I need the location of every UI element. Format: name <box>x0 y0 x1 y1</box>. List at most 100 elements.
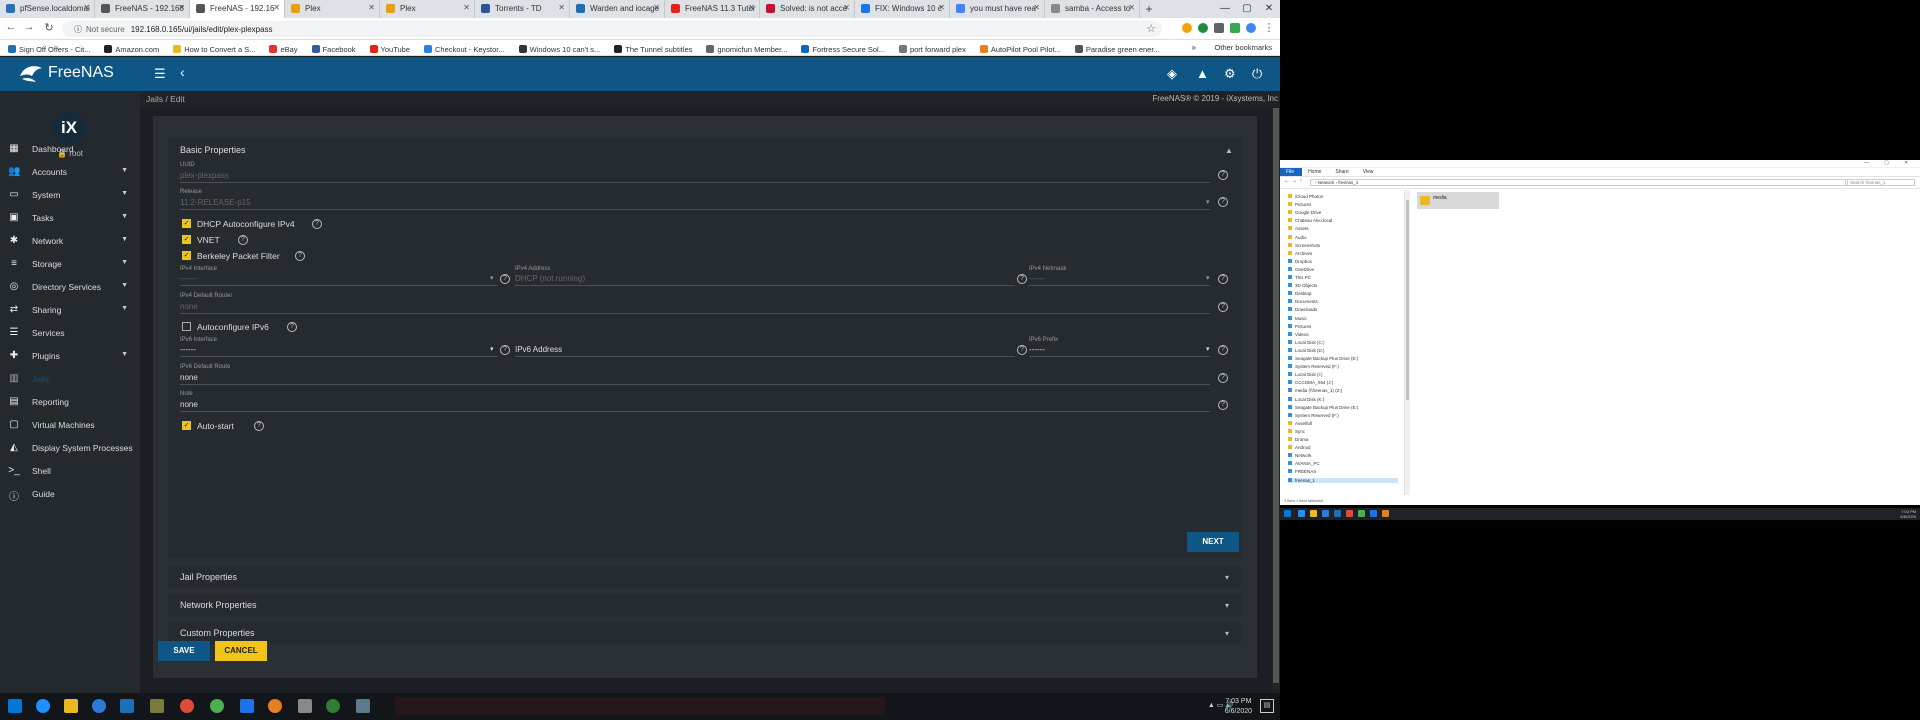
sidebar-item-reporting[interactable]: ▤ Reporting <box>0 393 140 413</box>
explorer-nav-item[interactable]: Network <box>1288 453 1312 458</box>
browser-tab[interactable]: Plex ✕ <box>380 0 475 18</box>
sidebar-item-network[interactable]: ✱ Network ▼ <box>0 232 140 252</box>
explorer-nav-item[interactable]: media (\\freenas_1) (Z:) <box>1288 388 1342 393</box>
new-tab-button[interactable]: + <box>1140 0 1158 18</box>
next-button[interactable]: NEXT <box>1187 532 1239 552</box>
ipv4-address-field[interactable]: DHCP (not running) <box>515 274 585 283</box>
explorer-nav-item[interactable]: System Reserved (F:) <box>1288 364 1339 369</box>
tab-close-icon[interactable]: ✕ <box>1033 3 1040 12</box>
ribbon-tab-home[interactable]: Home <box>1302 168 1329 176</box>
browser-tab[interactable]: Torrents - TD ✕ <box>475 0 570 18</box>
explorer-path-input[interactable]: › Network › freenas_1 <box>1310 179 1848 186</box>
breadcrumb[interactable]: Jails / Edit <box>146 94 185 104</box>
sidebar-item-system[interactable]: ▭ System ▼ <box>0 186 140 206</box>
ipv6-interface-select[interactable]: ------ <box>180 345 196 354</box>
app-terminal-icon[interactable] <box>150 699 164 713</box>
close-icon[interactable]: ✕ <box>1258 0 1280 18</box>
autostart-checkbox[interactable]: ✓ <box>182 421 191 430</box>
explorer-nav-item[interactable]: Chateau Alvo.local <box>1288 218 1332 223</box>
help-icon[interactable]: ? <box>1218 400 1228 410</box>
browser-tab[interactable]: Plex ✕ <box>285 0 380 18</box>
explorer-nav-item[interactable]: System Reserved (F:) <box>1288 412 1339 418</box>
sidebar-collapse-icon[interactable]: ‹ <box>180 64 185 80</box>
ipv4-interface-select[interactable]: ------ <box>180 274 196 283</box>
utorrent-icon[interactable] <box>210 699 224 713</box>
browser-tab[interactable]: FreeNAS - 192.168 ✕ <box>95 0 190 18</box>
explorer-nav-item[interactable]: Android <box>1288 445 1311 450</box>
chrome-icon[interactable] <box>1346 510 1353 517</box>
browser-tab[interactable]: FIX: Windows 10 c ✕ <box>855 0 950 18</box>
help-icon[interactable]: ? <box>287 322 297 332</box>
explorer-nav-item[interactable]: CCCOMA_X64 (J:) <box>1288 380 1333 385</box>
bookmark-item[interactable]: The Tunnel subtitles <box>614 40 692 55</box>
ipv4-router-field[interactable]: none <box>180 302 198 311</box>
sidebar-item-guide[interactable]: ⓘ Guide <box>0 485 140 505</box>
help-icon[interactable]: ? <box>238 235 248 245</box>
explorer-nav-item[interactable]: freenas_1 <box>1288 477 1398 483</box>
start-windows-icon[interactable] <box>1284 510 1291 517</box>
forward-arrow-icon[interactable]: → <box>22 21 36 35</box>
edge-icon[interactable] <box>1298 510 1305 517</box>
help-icon[interactable]: ? <box>1017 274 1027 284</box>
explorer-nav-item[interactable]: Assets <box>1288 226 1309 231</box>
edge-icon[interactable] <box>36 699 50 713</box>
app-settings-icon[interactable] <box>298 699 312 713</box>
explorer-nav-item[interactable]: Pictures <box>1288 202 1311 207</box>
mail-icon[interactable] <box>1370 510 1377 517</box>
browser-tab[interactable]: Warden and iocage ✕ <box>570 0 665 18</box>
chevron-down-icon[interactable]: ▾ <box>1206 274 1210 282</box>
tab-close-icon[interactable]: ✕ <box>368 3 375 12</box>
chevron-down-icon[interactable]: ▾ <box>1206 198 1210 206</box>
tab-close-icon[interactable]: ✕ <box>653 3 660 12</box>
ribbon-tab-view[interactable]: View <box>1357 168 1382 176</box>
explorer-scroll-thumb[interactable] <box>1406 200 1409 400</box>
close-icon[interactable]: ✕ <box>1904 160 1908 166</box>
explorer-nav-item[interactable]: Local Disk (I:) <box>1288 372 1323 377</box>
bookmark-item[interactable]: Amazon.com <box>104 40 159 55</box>
chevron-down-icon[interactable]: ▾ <box>1225 629 1229 638</box>
bookmark-item[interactable]: How to Convert a S... <box>173 40 255 55</box>
cancel-button[interactable]: CANCEL <box>215 641 267 661</box>
bookmark-item[interactable]: gnomicfun Member... <box>706 40 787 55</box>
bookmark-item[interactable]: port forward plex <box>898 40 966 55</box>
tab-close-icon[interactable]: ✕ <box>1128 3 1135 12</box>
browser-tab[interactable]: pfSense.localdomai ✕ <box>0 0 95 18</box>
sidebar-item-services[interactable]: ☰ Services <box>0 324 140 344</box>
release-select[interactable]: 11.2-RELEASE-p15 <box>180 198 251 207</box>
help-icon[interactable]: ? <box>1218 345 1228 355</box>
minimize-icon[interactable]: — <box>1214 0 1236 18</box>
bookmark-item[interactable]: eBay <box>269 40 298 55</box>
bpf-checkbox[interactable]: ✓ <box>182 251 191 260</box>
bookmark-item[interactable]: Facebook <box>311 40 356 55</box>
browser-tab[interactable]: FreeNAS - 192.16 ✕ <box>190 0 285 18</box>
extension-shield-icon[interactable] <box>1230 23 1240 33</box>
folder-item[interactable]: media <box>1417 192 1499 209</box>
explorer-nav-item[interactable]: Seagate Backup Plus Drive (E:) <box>1288 356 1358 361</box>
explorer-nav-item[interactable]: Assetfull <box>1288 420 1312 426</box>
explorer-nav-item[interactable]: Drama <box>1288 437 1309 442</box>
help-icon[interactable]: ? <box>295 251 305 261</box>
browser-tab[interactable]: Solved: is not acce ✕ <box>760 0 855 18</box>
dhcp-checkbox[interactable]: ✓ <box>182 219 191 228</box>
tab-close-icon[interactable]: ✕ <box>273 3 280 12</box>
power-icon[interactable]: ⏻ <box>1252 66 1262 82</box>
browser-tab[interactable]: you must have rea ✕ <box>950 0 1045 18</box>
app-misc-icon[interactable] <box>356 699 370 713</box>
explorer-nav-item[interactable]: Local Disk (D:) <box>1288 347 1325 353</box>
tab-close-icon[interactable]: ✕ <box>938 3 945 12</box>
sidebar-item-dashboard[interactable]: ▦ Dashboard <box>0 140 140 160</box>
chevron-down-icon[interactable]: ▾ <box>490 274 494 282</box>
plex-icon[interactable] <box>1382 510 1389 517</box>
explorer-nav-item[interactable]: Downloads <box>1288 307 1317 312</box>
ie-icon[interactable] <box>1322 510 1329 517</box>
explorer-nav-item[interactable]: 3D Objects <box>1288 283 1317 288</box>
explorer-nav-item[interactable]: FREENAS <box>1288 469 1316 474</box>
freenas-logo[interactable]: FreeNAS <box>18 62 114 84</box>
bookmark-item[interactable]: Fortress Secure Sol... <box>801 40 885 55</box>
mail-icon[interactable] <box>240 699 254 713</box>
tab-close-icon[interactable]: ✕ <box>178 3 185 12</box>
ipv4-netmask-select[interactable]: ------ <box>1029 274 1045 283</box>
extension-green-icon[interactable] <box>1198 23 1208 33</box>
bookmarks-overflow-icon[interactable]: » <box>1192 43 1196 52</box>
sidebar-item-shell[interactable]: >_ Shell <box>0 462 140 482</box>
